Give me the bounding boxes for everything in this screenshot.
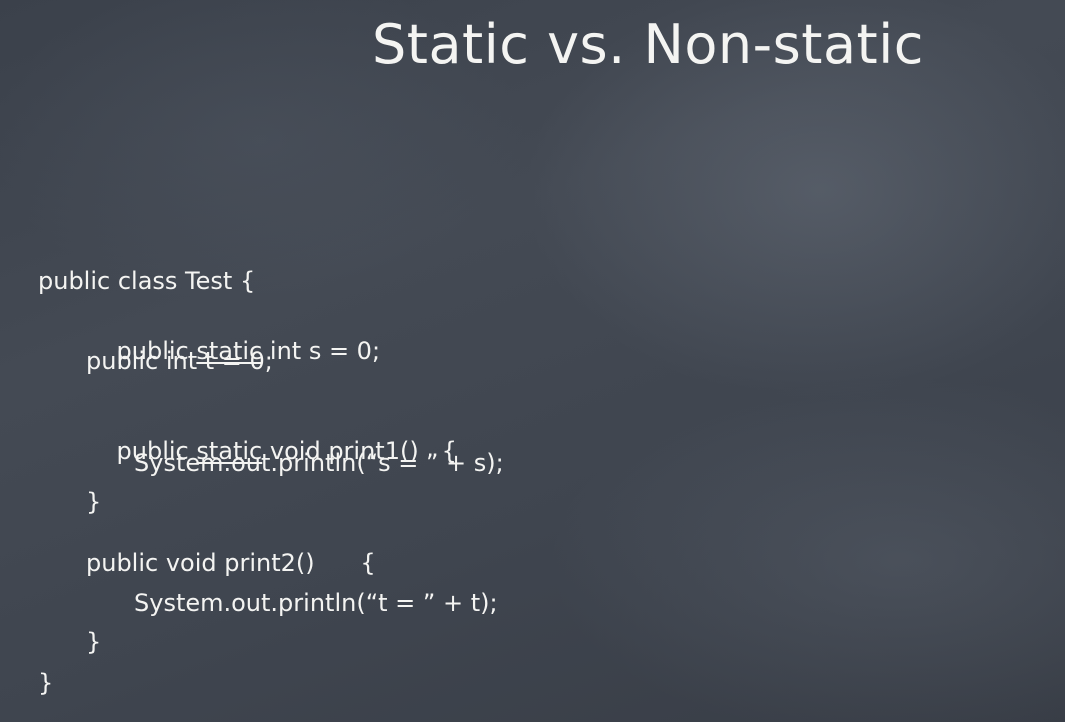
code-line-print2-signature: public void print2() {	[86, 549, 376, 577]
code-token: int s = 0;	[262, 337, 381, 365]
code-line-print2-body: System.out.println(“t = ” + t);	[134, 589, 498, 617]
code-line-instance-field: public int t = 0;	[86, 347, 273, 375]
code-block: public class Test { public static int s …	[0, 0, 1065, 722]
code-line-print1-body: System.out.println(“s = ” + s);	[134, 449, 504, 477]
code-line-print1-close: }	[86, 488, 102, 516]
code-line-print2-close: }	[86, 628, 102, 656]
code-line-class-declaration: public class Test {	[38, 267, 256, 295]
code-line-class-close: }	[38, 669, 54, 697]
